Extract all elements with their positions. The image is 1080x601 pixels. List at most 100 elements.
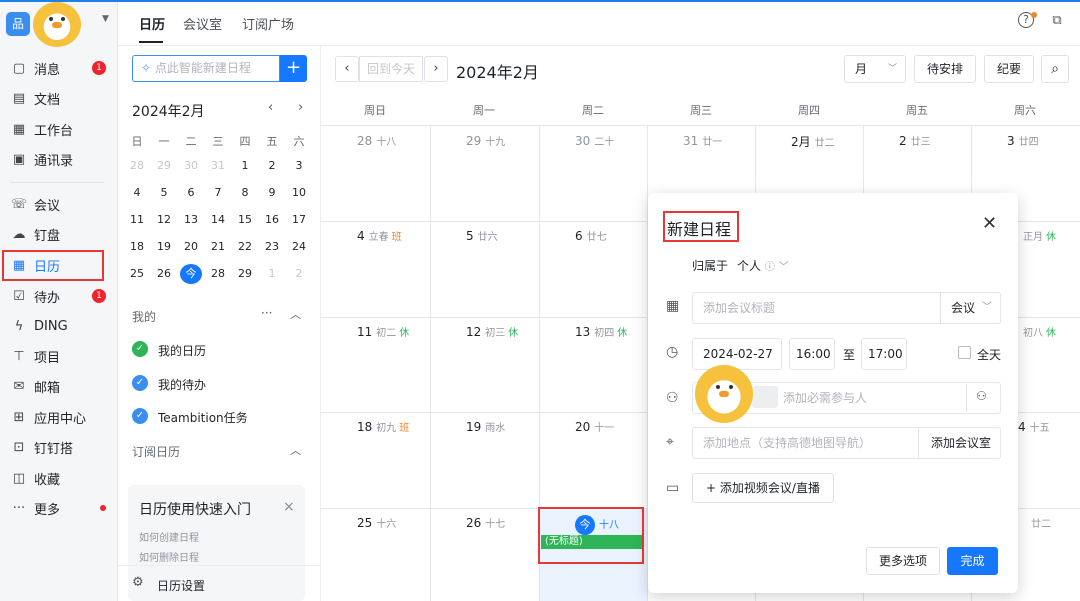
end-time-input[interactable]: 17:00 [861, 338, 907, 370]
search-icon[interactable]: ⌕ [1041, 55, 1069, 83]
nav-item-meeting[interactable]: ☏ 会议 [10, 191, 110, 217]
prev-month-icon[interactable]: ‹ [268, 100, 273, 115]
calendar-day[interactable]: 25 十六 [357, 515, 396, 530]
prev-period-button[interactable]: ‹ [335, 56, 359, 82]
tab-subscription-square[interactable]: 订阅广场 [242, 14, 294, 33]
add-room-button[interactable]: 添加会议室 [918, 427, 1001, 459]
all-day-checkbox[interactable] [958, 346, 971, 359]
calendar-day[interactable]: 廿二 [1027, 515, 1051, 530]
quick-link[interactable]: 如何删除日程 [139, 549, 199, 564]
calendar-day[interactable]: 30 二十 [575, 133, 614, 148]
check-icon[interactable]: ✓ [132, 408, 148, 424]
mini-day[interactable]: 9 [261, 183, 283, 203]
add-video-button[interactable]: + 添加视频会议/直播 [692, 473, 834, 503]
mini-day[interactable]: 30 [180, 156, 202, 176]
mini-day[interactable]: 16 [261, 210, 283, 230]
mini-day[interactable]: 19 [153, 237, 175, 257]
chevron-down-icon[interactable]: ▼ [102, 14, 109, 24]
mini-day[interactable]: 5 [153, 183, 175, 203]
done-button[interactable]: 完成 [947, 547, 998, 575]
more-options-icon[interactable]: ··· [261, 306, 272, 320]
org-logo[interactable]: 品 [6, 12, 30, 36]
mini-day[interactable]: 17 [288, 210, 310, 230]
calendar-day[interactable]: 18 初九班 [357, 419, 409, 434]
add-person-icon[interactable]: ⚇ [976, 389, 987, 403]
calendar-item-teambition[interactable]: Teambition任务 [158, 409, 248, 426]
mini-day[interactable]: 26 [153, 264, 175, 284]
calendar-day[interactable]: 31 廿一 [683, 133, 722, 148]
check-icon[interactable]: ✓ [132, 375, 148, 391]
nav-item-more[interactable]: ··· 更多 [10, 495, 110, 521]
mini-day[interactable]: 1 [234, 156, 256, 176]
collapse-icon[interactable]: ︿ [290, 306, 301, 322]
collapse-icon[interactable]: ︿ [290, 442, 301, 458]
mini-day[interactable]: 25 [126, 264, 148, 284]
mini-day-today[interactable]: 今 [180, 264, 202, 284]
close-icon[interactable]: × [283, 499, 295, 515]
calendar-day[interactable]: 26 十七 [466, 515, 505, 530]
tab-calendar[interactable]: 日历 [139, 14, 165, 33]
calendar-day[interactable]: 12 初三休 [466, 324, 518, 339]
date-input[interactable]: 2024-02-27 [692, 338, 782, 370]
mini-day[interactable]: 7 [207, 183, 229, 203]
calendar-day[interactable]: 19 雨水 [466, 419, 505, 434]
mini-day[interactable]: 24 [288, 237, 310, 257]
calendar-day[interactable]: 11 初二休 [357, 324, 409, 339]
location-input[interactable]: 添加地点（支持高德地图导航） [692, 427, 918, 459]
mini-day[interactable]: 20 [180, 237, 202, 257]
calendar-day[interactable]: 2 廿三 [899, 133, 931, 148]
nav-item-document[interactable]: ▤ 文档 [10, 85, 110, 111]
mini-day[interactable]: 1 [261, 264, 283, 284]
mini-day[interactable]: 21 [207, 237, 229, 257]
back-to-today-button[interactable]: 回到今天 [359, 56, 423, 82]
calendar-day[interactable]: 28 十八 [357, 133, 396, 148]
nav-item-contacts[interactable]: ▣ 通讯录 [10, 146, 110, 172]
add-event-button[interactable]: + [280, 55, 307, 82]
calendar-day[interactable]: 2月 廿二 [791, 133, 835, 150]
mini-day[interactable]: 3 [288, 156, 310, 176]
nav-item-todo[interactable]: ☑ 待办 1 [10, 283, 110, 309]
mini-day[interactable]: 12 [153, 210, 175, 230]
nav-item-builder[interactable]: ⊡ 钉钉搭 [10, 434, 110, 460]
mini-day[interactable]: 14 [207, 210, 229, 230]
mini-day[interactable]: 28 [126, 156, 148, 176]
start-time-input[interactable]: 16:00 [789, 338, 835, 370]
calendar-item-my-todo[interactable]: 我的待办 [158, 376, 206, 393]
calendar-item-my-calendar[interactable]: 我的日历 [158, 342, 206, 359]
title-input[interactable]: 添加会议标题 [692, 292, 940, 324]
mini-day[interactable]: 10 [288, 183, 310, 203]
mini-day[interactable]: 2 [261, 156, 283, 176]
nav-item-cloud-drive[interactable]: ☁ 钉盘 [10, 221, 110, 247]
calendar-day[interactable]: 4 十五 [1018, 419, 1050, 434]
nav-item-workbench[interactable]: ▦ 工作台 [10, 116, 110, 142]
event-type-select[interactable]: 会议 ﹀ [940, 292, 1001, 324]
mini-day[interactable]: 11 [126, 210, 148, 230]
calendar-day[interactable]: 6 廿七 [575, 228, 607, 243]
mini-day[interactable]: 15 [234, 210, 256, 230]
nav-item-project[interactable]: ⊤ 项目 [10, 343, 110, 369]
next-month-icon[interactable]: › [298, 100, 303, 115]
nav-item-message[interactable]: ▢ 消息 1 [10, 55, 110, 81]
calendar-day[interactable]: 3 廿四 [1007, 133, 1039, 148]
calendar-day[interactable]: 5 廿六 [466, 228, 498, 243]
calendar-day[interactable]: 13 初四休 [575, 324, 627, 339]
close-icon[interactable]: ✕ [982, 213, 997, 234]
user-avatar[interactable] [33, 2, 81, 47]
quick-link[interactable]: 如何创建日程 [139, 529, 199, 544]
mini-day[interactable]: 13 [180, 210, 202, 230]
calendar-day[interactable]: 4 立春班 [357, 228, 402, 243]
check-icon[interactable]: ✓ [132, 341, 148, 357]
tab-meeting-room[interactable]: 会议室 [183, 14, 222, 33]
calendar-day[interactable]: 初八休 [1019, 324, 1056, 339]
mini-day[interactable]: 29 [153, 156, 175, 176]
mini-day[interactable]: 28 [207, 264, 229, 284]
more-options-button[interactable]: 更多选项 [866, 547, 940, 575]
mini-day[interactable]: 22 [234, 237, 256, 257]
mini-day[interactable]: 31 [207, 156, 229, 176]
mini-day[interactable]: 23 [261, 237, 283, 257]
next-period-button[interactable]: › [424, 56, 448, 82]
calendar-day[interactable]: 正月休 [1019, 228, 1056, 243]
attendee-chip[interactable] [752, 386, 778, 408]
nav-item-mail[interactable]: ✉ 邮箱 [10, 373, 110, 399]
view-mode-select[interactable]: 月 ﹀ [844, 55, 906, 83]
